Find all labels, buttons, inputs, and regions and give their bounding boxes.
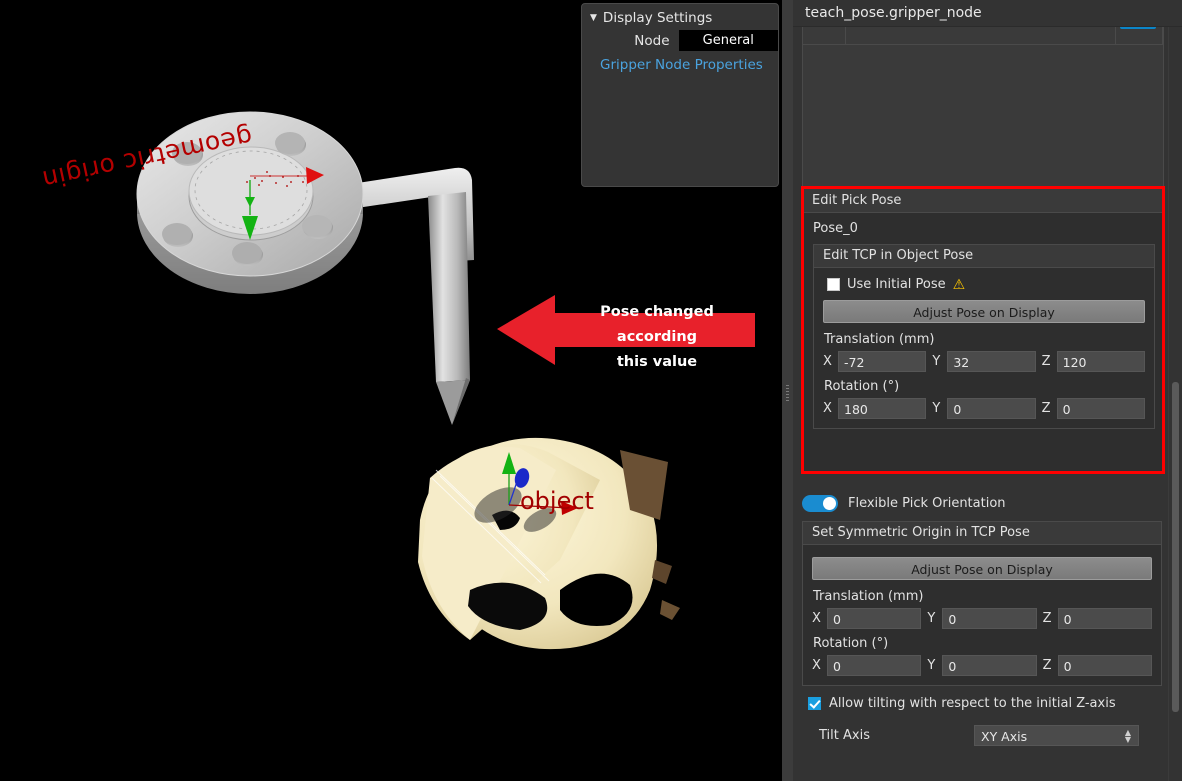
node-row: Node General bbox=[582, 28, 778, 51]
flexible-pick-label: Flexible Pick Orientation bbox=[848, 496, 1006, 511]
translation-z-input-tcp[interactable]: 120 bbox=[1056, 351, 1145, 372]
translation-z-input-symmetric[interactable]: 0 bbox=[1057, 608, 1152, 629]
display-settings-header[interactable]: ▼ Display Settings bbox=[582, 4, 778, 28]
use-initial-pose-label: Use Initial Pose bbox=[847, 277, 946, 292]
pose-table-header bbox=[803, 27, 1163, 45]
rotation-y-input-symmetric[interactable]: 0 bbox=[942, 655, 1037, 676]
translation-z-axis-label-tcp: Z bbox=[1041, 354, 1051, 369]
rotation-label-tcp: Rotation (°) bbox=[824, 379, 900, 394]
panel-splitter[interactable] bbox=[782, 0, 793, 781]
translation-label-symmetric: Translation (mm) bbox=[813, 589, 924, 604]
pose-name-label: Pose_0 bbox=[813, 221, 858, 236]
rotation-fields-tcp: X 180 Y 0 Z 0 bbox=[823, 398, 1145, 419]
translation-x-axis-label-tcp: X bbox=[823, 354, 832, 369]
rotation-x-input-symmetric[interactable]: 0 bbox=[827, 655, 922, 676]
translation-x-axis-label-symmetric: X bbox=[812, 611, 821, 626]
rotation-z-input-tcp[interactable]: 0 bbox=[1056, 398, 1145, 419]
edit-tcp-group: Edit TCP in Object Pose Use Initial Pose… bbox=[813, 244, 1155, 429]
translation-y-input-tcp[interactable]: 32 bbox=[947, 351, 1036, 372]
use-initial-pose-checkbox[interactable] bbox=[827, 278, 840, 291]
rotation-x-axis-label-tcp: X bbox=[823, 401, 832, 416]
scrollbar-thumb[interactable] bbox=[1172, 382, 1179, 712]
tilt-axis-row: Tilt Axis XY Axis ▲ ▼ bbox=[819, 725, 1162, 746]
tilt-axis-select[interactable]: XY Axis ▲ ▼ bbox=[974, 725, 1139, 746]
edit-tcp-title: Edit TCP in Object Pose bbox=[814, 245, 1154, 268]
chevron-down-icon[interactable]: ▼ bbox=[590, 13, 597, 23]
translation-fields-symmetric: X 0 Y 0 Z 0 bbox=[812, 608, 1152, 629]
edit-pick-pose-title: Edit Pick Pose bbox=[804, 189, 1162, 213]
symmetric-origin-body: Adjust Pose on Display Translation (mm) … bbox=[803, 545, 1161, 685]
edit-pick-pose-group: Edit Pick Pose Pose_0 Edit TCP in Object… bbox=[801, 186, 1165, 474]
rotation-x-input-tcp[interactable]: 180 bbox=[838, 398, 927, 419]
symmetric-origin-title: Set Symmetric Origin in TCP Pose bbox=[803, 522, 1161, 545]
panel-title: teach_pose.gripper_node bbox=[793, 0, 1182, 27]
display-settings-title: Display Settings bbox=[602, 10, 713, 26]
node-select[interactable]: General bbox=[678, 30, 778, 51]
annotation-arrow: Pose changed according this value bbox=[497, 287, 755, 372]
rotation-z-input-symmetric[interactable]: 0 bbox=[1057, 655, 1152, 676]
rotation-z-axis-label-symmetric: Z bbox=[1042, 658, 1052, 673]
translation-y-axis-label-tcp: Y bbox=[932, 354, 941, 369]
translation-y-input-symmetric[interactable]: 0 bbox=[942, 608, 1037, 629]
rotation-y-input-tcp[interactable]: 0 bbox=[947, 398, 1036, 419]
translation-x-input-tcp[interactable]: -72 bbox=[838, 351, 927, 372]
translation-z-axis-label-symmetric: Z bbox=[1042, 611, 1052, 626]
application-window: geometric origin object Pose changed acc… bbox=[0, 0, 1182, 781]
arrow-shape bbox=[497, 295, 755, 365]
display-settings-panel: ▼ Display Settings Node General Gripper … bbox=[581, 3, 779, 187]
toggle-knob bbox=[823, 497, 836, 510]
node-label: Node bbox=[634, 32, 670, 49]
flexible-pick-toggle-row[interactable]: Flexible Pick Orientation bbox=[802, 495, 1162, 512]
right-panel: teach_pose.gripper_node Edit Pick Pose P… bbox=[793, 0, 1182, 781]
flexible-pick-toggle[interactable] bbox=[802, 495, 838, 512]
table-column-2 bbox=[846, 27, 1116, 44]
3d-viewport[interactable]: geometric origin object Pose changed acc… bbox=[0, 0, 782, 781]
translation-y-axis-label-symmetric: Y bbox=[927, 611, 936, 626]
rotation-y-axis-label-symmetric: Y bbox=[927, 658, 936, 673]
right-panel-scrollbar[interactable] bbox=[1168, 27, 1182, 781]
flexible-pick-section: Flexible Pick Orientation Set Symmetric … bbox=[802, 495, 1162, 746]
table-selection-chip bbox=[1120, 27, 1156, 29]
rotation-y-axis-label-tcp: Y bbox=[932, 401, 941, 416]
translation-x-input-symmetric[interactable]: 0 bbox=[827, 608, 922, 629]
table-column-1 bbox=[803, 27, 846, 44]
rotation-label-symmetric: Rotation (°) bbox=[813, 636, 889, 651]
use-initial-pose-row[interactable]: Use Initial Pose ⚠ bbox=[827, 277, 1145, 292]
rotation-x-axis-label-symmetric: X bbox=[812, 658, 821, 673]
right-panel-body: Edit Pick Pose Pose_0 Edit TCP in Object… bbox=[793, 27, 1182, 781]
rotation-fields-symmetric: X 0 Y 0 Z 0 bbox=[812, 655, 1152, 676]
pose-table-body[interactable] bbox=[803, 45, 1163, 195]
translation-label-tcp: Translation (mm) bbox=[824, 332, 935, 347]
rotation-z-axis-label-tcp: Z bbox=[1041, 401, 1051, 416]
gripper-node-properties-link[interactable]: Gripper Node Properties bbox=[582, 51, 778, 73]
table-column-3 bbox=[1116, 27, 1163, 44]
allow-tilting-checkbox[interactable] bbox=[808, 697, 821, 710]
symmetric-origin-group: Set Symmetric Origin in TCP Pose Adjust … bbox=[802, 521, 1162, 686]
splitter-grip-icon[interactable] bbox=[786, 385, 789, 403]
pose-table[interactable] bbox=[802, 27, 1164, 201]
adjust-pose-on-display-button-tcp[interactable]: Adjust Pose on Display bbox=[823, 300, 1145, 323]
allow-tilting-row[interactable]: Allow tilting with respect to the initia… bbox=[808, 696, 1162, 711]
adjust-pose-on-display-button-symmetric[interactable]: Adjust Pose on Display bbox=[812, 557, 1152, 580]
spinner-arrows-icon[interactable]: ▲ ▼ bbox=[1125, 729, 1131, 744]
warning-icon: ⚠ bbox=[952, 276, 966, 293]
tilt-axis-label: Tilt Axis bbox=[819, 728, 870, 743]
edit-tcp-body: Use Initial Pose ⚠ Adjust Pose on Displa… bbox=[814, 268, 1154, 428]
translation-fields-tcp: X -72 Y 32 Z 120 bbox=[823, 351, 1145, 372]
tilt-axis-value: XY Axis bbox=[981, 729, 1028, 744]
allow-tilting-label: Allow tilting with respect to the initia… bbox=[829, 696, 1116, 711]
